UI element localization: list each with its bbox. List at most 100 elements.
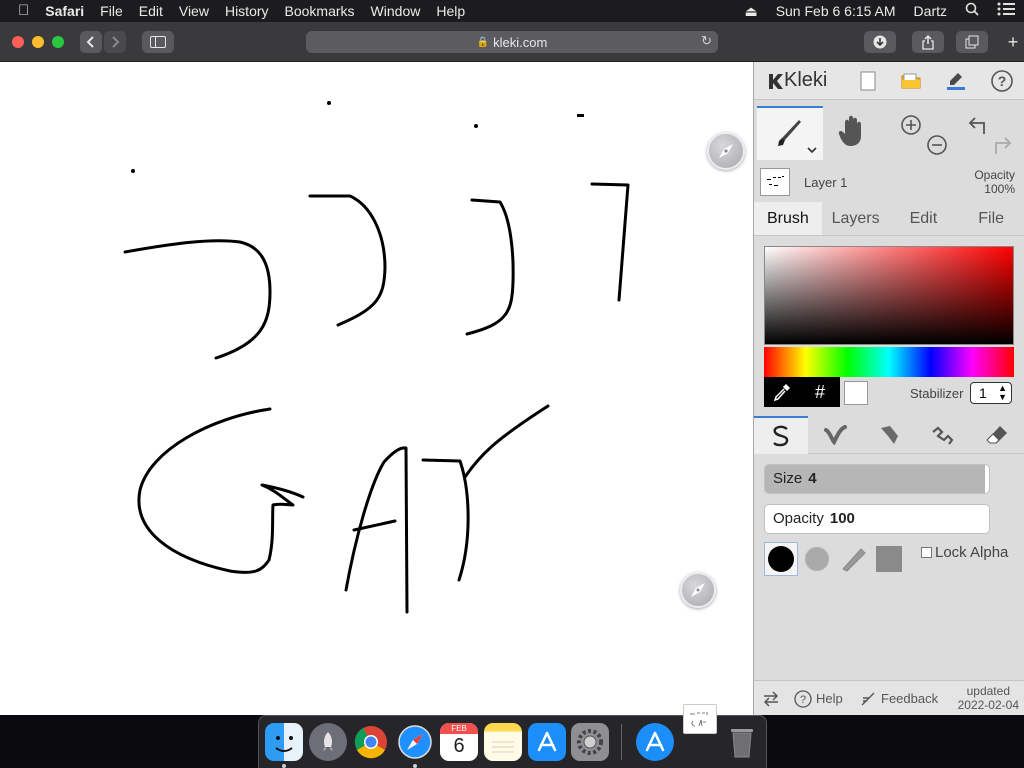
swap-side-button[interactable] bbox=[762, 681, 780, 716]
feedback-link[interactable]: Feedback bbox=[860, 681, 938, 716]
apple-menu-icon[interactable]:  bbox=[0, 0, 37, 22]
finder-dock-icon[interactable] bbox=[265, 723, 303, 761]
minimize-window-button[interactable] bbox=[32, 36, 44, 48]
color-picker-square[interactable] bbox=[764, 246, 1014, 345]
chisel-shape-button[interactable] bbox=[836, 542, 870, 576]
launchpad-dock-icon[interactable] bbox=[309, 723, 347, 761]
compass-widget[interactable] bbox=[680, 572, 716, 608]
forward-button[interactable] bbox=[104, 31, 126, 53]
drawing-stroke bbox=[421, 458, 470, 582]
pixel-brush-button[interactable] bbox=[916, 416, 970, 454]
tab-edit[interactable]: Edit bbox=[890, 202, 958, 235]
canvas-drawing bbox=[123, 101, 630, 614]
back-button[interactable] bbox=[80, 31, 102, 53]
help-button[interactable]: ? bbox=[988, 68, 1016, 94]
zoom-out-button[interactable] bbox=[926, 134, 948, 161]
app-menu[interactable]: Safari bbox=[37, 0, 92, 22]
sidebar-button[interactable] bbox=[142, 31, 174, 53]
calendar-day: 6 bbox=[453, 735, 465, 757]
zoom-window-button[interactable] bbox=[52, 36, 64, 48]
menu-help[interactable]: Help bbox=[428, 0, 473, 22]
layer-opacity-value: 100% bbox=[984, 182, 1015, 196]
downloads-button[interactable] bbox=[864, 31, 896, 53]
eyedropper-button[interactable] bbox=[764, 377, 800, 407]
search-icon[interactable] bbox=[956, 0, 988, 22]
kleki-logo[interactable]: Kleki bbox=[766, 69, 827, 92]
lock-alpha-checkbox[interactable] bbox=[921, 547, 932, 558]
close-window-button[interactable] bbox=[12, 36, 24, 48]
new-image-button[interactable] bbox=[854, 68, 882, 94]
brush-shape-row bbox=[764, 542, 908, 578]
square-shape-button[interactable] bbox=[872, 542, 906, 576]
size-label: Size bbox=[773, 470, 803, 487]
menu-history[interactable]: History bbox=[217, 0, 277, 22]
tabs-button[interactable] bbox=[956, 31, 988, 53]
pen-brush-button[interactable] bbox=[754, 416, 808, 454]
chevron-down-icon[interactable] bbox=[807, 146, 817, 154]
layer-row[interactable]: Layer 1 Opacity 100% bbox=[754, 164, 1024, 200]
menu-view[interactable]: View bbox=[171, 0, 217, 22]
kleki-footer: ? Help Feedback updated 2022-02-04 bbox=[754, 680, 1024, 715]
secondary-color-swatch[interactable] bbox=[844, 381, 868, 405]
updated-label: updated bbox=[966, 684, 1010, 698]
drawing-canvas[interactable] bbox=[0, 62, 753, 715]
app-store-download-dock-icon[interactable] bbox=[636, 723, 674, 761]
brush-tool-button[interactable] bbox=[757, 106, 823, 160]
kleki-logo-icon bbox=[769, 73, 783, 89]
menu-edit[interactable]: Edit bbox=[131, 0, 171, 22]
compass-widget[interactable] bbox=[707, 132, 745, 170]
drawing-thumbnail-dock-icon[interactable] bbox=[683, 704, 717, 734]
hue-slider[interactable] bbox=[764, 347, 1014, 377]
system-preferences-dock-icon[interactable] bbox=[571, 723, 609, 761]
panel-tabs: Brush Layers Edit File bbox=[754, 202, 1024, 236]
round-soft-shape-button[interactable] bbox=[800, 542, 834, 576]
list-icon[interactable] bbox=[988, 0, 1024, 22]
chevron-right-icon bbox=[112, 36, 120, 48]
tool-row bbox=[754, 106, 1024, 162]
reload-icon[interactable]: ↻ bbox=[701, 33, 712, 49]
safari-dock-icon[interactable] bbox=[396, 723, 434, 761]
eject-icon[interactable]: ⏏ bbox=[735, 0, 766, 22]
color-button[interactable] bbox=[942, 68, 970, 94]
folder-icon bbox=[901, 73, 921, 89]
eraser-button[interactable] bbox=[970, 416, 1024, 454]
app-store-dock-icon[interactable] bbox=[528, 723, 566, 761]
zoom-in-icon bbox=[901, 115, 921, 135]
lock-alpha-toggle[interactable]: Lock Alpha bbox=[921, 544, 1008, 561]
menubar-user[interactable]: Dartz bbox=[905, 0, 956, 22]
size-slider[interactable]: Size 4 bbox=[764, 464, 990, 494]
drawing-dot bbox=[131, 169, 135, 173]
address-bar[interactable]: 🔒 kleki.com ↻ bbox=[306, 31, 718, 53]
opacity-slider[interactable]: Opacity 100 bbox=[764, 504, 990, 534]
chrome-dock-icon[interactable] bbox=[352, 723, 390, 761]
blend-brush-button[interactable] bbox=[808, 416, 862, 454]
menu-file[interactable]: File bbox=[92, 0, 131, 22]
help-link[interactable]: ? Help bbox=[794, 681, 843, 716]
hex-input-button[interactable]: # bbox=[800, 377, 840, 407]
stabilizer-select[interactable]: 1 ▲ ▼ bbox=[970, 382, 1012, 404]
hand-tool-button[interactable] bbox=[836, 114, 876, 154]
dock-divider bbox=[621, 724, 622, 760]
kleki-sidebar: Kleki ? Layer 1 Opacity 100% Brush Layer… bbox=[753, 62, 1024, 715]
tab-layers[interactable]: Layers bbox=[822, 202, 890, 235]
hand-icon bbox=[838, 115, 861, 146]
menu-bookmarks[interactable]: Bookmarks bbox=[277, 0, 363, 22]
share-button[interactable] bbox=[912, 31, 944, 53]
tab-file[interactable]: File bbox=[957, 202, 1024, 235]
trash-dock-icon[interactable] bbox=[723, 723, 761, 761]
help-circle-icon: ? bbox=[794, 689, 812, 708]
lock-icon: 🔒 bbox=[476, 36, 490, 48]
eyedropper-icon bbox=[773, 384, 790, 401]
calendar-dock-icon[interactable]: FEB 6 bbox=[440, 723, 478, 761]
redo-button[interactable] bbox=[992, 134, 1014, 161]
round-hard-shape-button[interactable] bbox=[764, 542, 798, 576]
tab-brush[interactable]: Brush bbox=[754, 202, 822, 235]
sketchy-brush-button[interactable] bbox=[862, 416, 916, 454]
menubar-clock[interactable]: Sun Feb 6 6:15 AM bbox=[767, 0, 905, 22]
open-folder-button[interactable] bbox=[897, 68, 925, 94]
undo-button[interactable] bbox=[966, 114, 988, 141]
new-tab-button[interactable]: + bbox=[1002, 31, 1024, 53]
notes-dock-icon[interactable] bbox=[484, 723, 522, 761]
zoom-in-button[interactable] bbox=[900, 114, 922, 141]
menu-window[interactable]: Window bbox=[363, 0, 429, 22]
